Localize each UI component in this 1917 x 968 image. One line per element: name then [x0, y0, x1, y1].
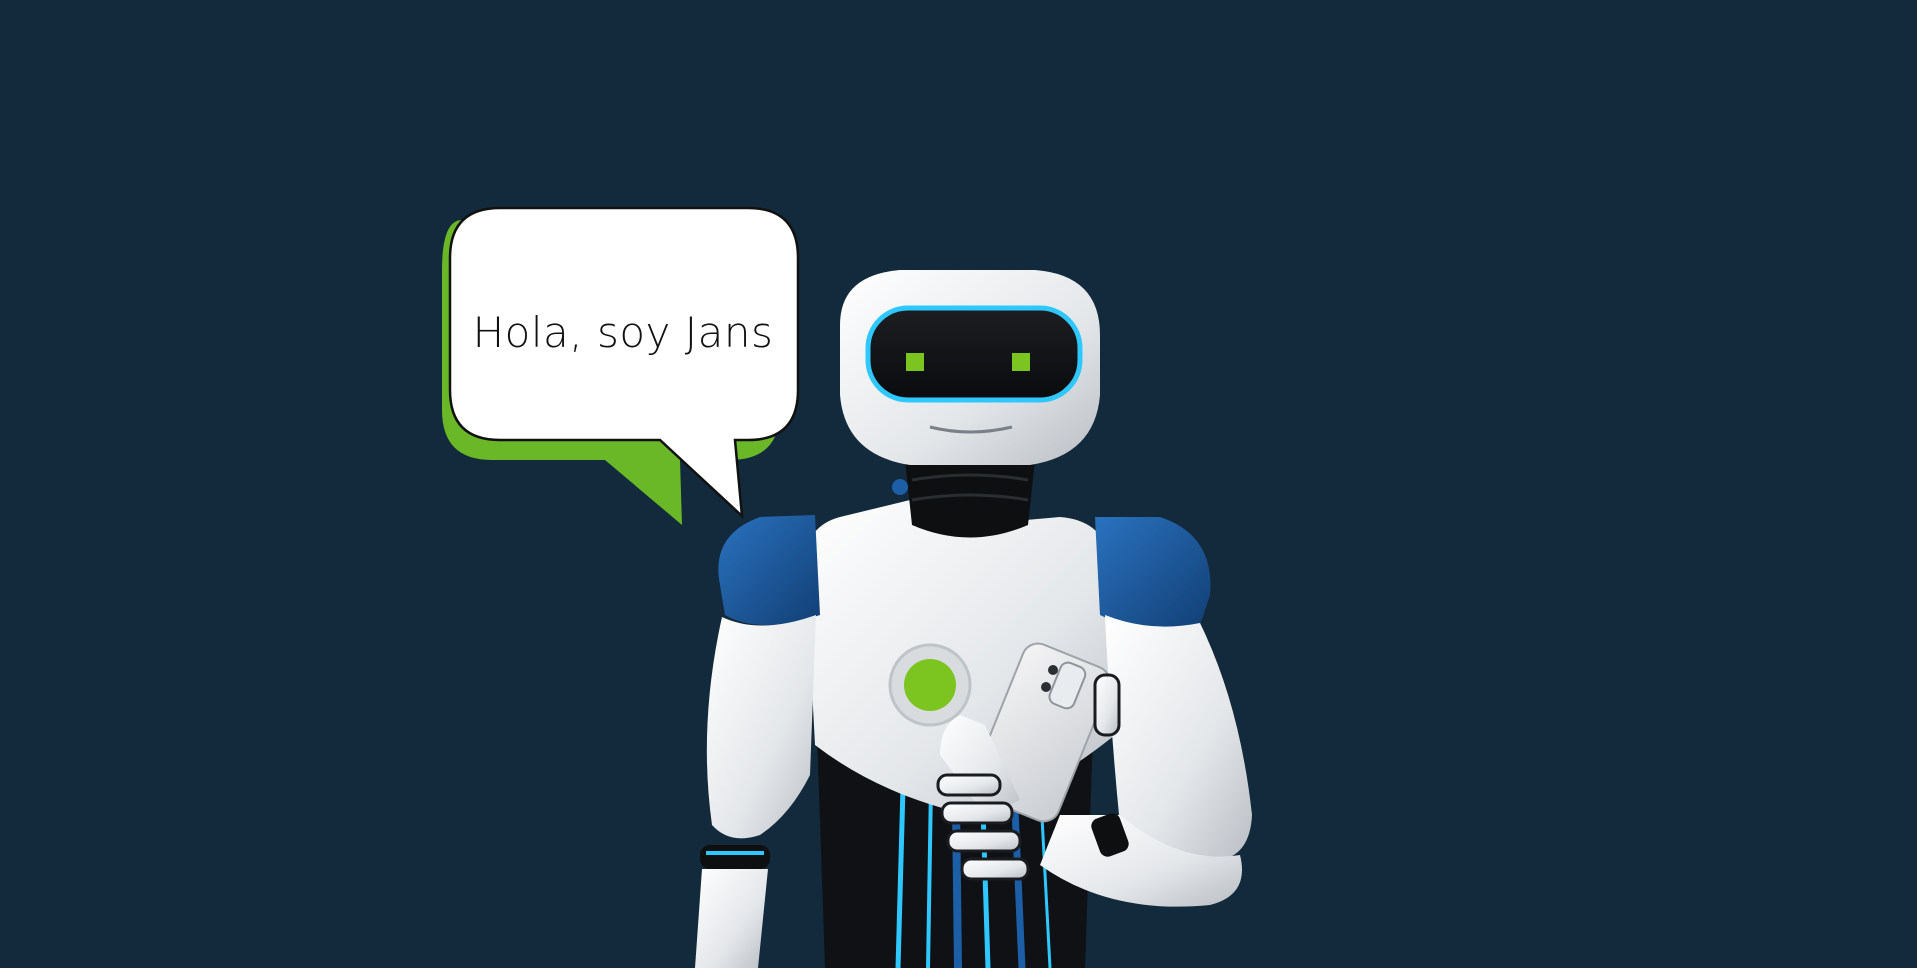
robot-left-arm: [695, 515, 820, 968]
scene-canvas: Hola, soy Jans: [0, 0, 1917, 968]
robot-neck: [905, 455, 1035, 538]
robot-right-eye: [1012, 353, 1030, 371]
robot-visor: [865, 305, 1083, 403]
robot-head: [840, 270, 1100, 495]
robot-icon: [695, 270, 1252, 968]
robot-left-eye: [906, 353, 924, 371]
